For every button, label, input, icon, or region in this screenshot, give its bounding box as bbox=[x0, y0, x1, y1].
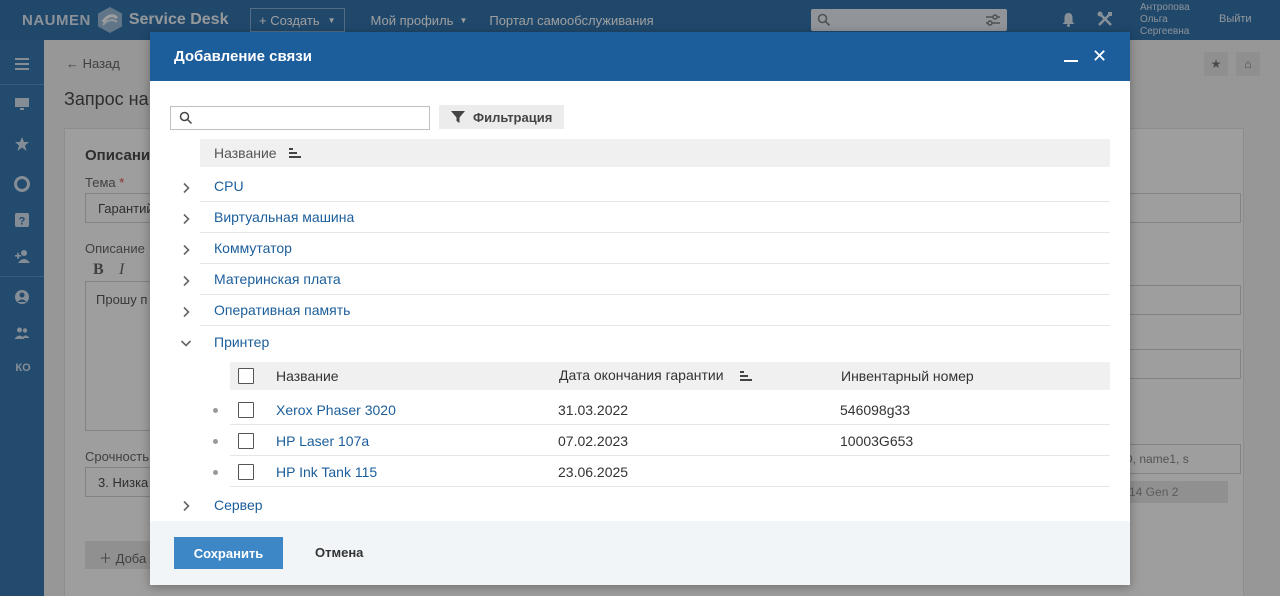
close-icon[interactable]: ✕ bbox=[1092, 46, 1107, 67]
group-row[interactable]: Оперативная память bbox=[200, 295, 1110, 326]
column-name-header: Название bbox=[214, 145, 277, 161]
filter-button[interactable]: Фильтрация bbox=[439, 105, 565, 129]
row-bullet bbox=[213, 470, 218, 475]
add-link-dialog: Добавление связи ✕ Фильтрация Название C… bbox=[150, 32, 1130, 585]
column-inventory-header[interactable]: Инвентарный номер bbox=[841, 368, 974, 384]
table-row[interactable]: HP Ink Tank 115 23.06.2025 bbox=[230, 456, 1110, 487]
column-name-header[interactable]: Название bbox=[276, 368, 339, 384]
group-row[interactable]: CPU bbox=[200, 171, 1110, 202]
search-input[interactable] bbox=[170, 106, 430, 130]
group-label[interactable]: Принтер bbox=[214, 334, 269, 350]
dialog-title: Добавление связи bbox=[174, 48, 312, 65]
filter-icon bbox=[451, 111, 465, 123]
search-icon bbox=[179, 111, 193, 125]
row-name[interactable]: Xerox Phaser 3020 bbox=[276, 402, 396, 418]
table-row[interactable]: Xerox Phaser 3020 31.03.2022 546098g33 bbox=[230, 394, 1110, 425]
chevron-right-icon[interactable] bbox=[180, 500, 192, 512]
group-label[interactable]: Коммутатор bbox=[214, 240, 292, 256]
row-name[interactable]: HP Laser 107a bbox=[276, 433, 369, 449]
chevron-right-icon[interactable] bbox=[180, 306, 192, 318]
dialog-header: Добавление связи bbox=[150, 32, 1130, 81]
table-header[interactable]: Название bbox=[200, 139, 1110, 167]
row-name[interactable]: HP Ink Tank 115 bbox=[276, 464, 377, 480]
row-bullet bbox=[213, 439, 218, 444]
group-row[interactable]: Сервер bbox=[200, 489, 1110, 520]
table-row[interactable]: HP Laser 107a 07.02.2023 10003G653 bbox=[230, 425, 1110, 456]
group-row[interactable]: Принтер bbox=[200, 326, 1110, 357]
chevron-right-icon[interactable] bbox=[180, 182, 192, 194]
select-all-checkbox[interactable] bbox=[238, 368, 254, 384]
group-row[interactable]: Виртуальная машина bbox=[200, 202, 1110, 233]
chevron-right-icon[interactable] bbox=[180, 244, 192, 256]
minimize-icon[interactable] bbox=[1064, 60, 1078, 62]
row-inventory: 10003G653 bbox=[840, 433, 914, 449]
group-row[interactable]: Материнская плата bbox=[200, 264, 1110, 295]
save-button[interactable]: Сохранить bbox=[174, 537, 283, 569]
group-label[interactable]: Виртуальная машина bbox=[214, 209, 354, 225]
row-warranty: 07.02.2023 bbox=[558, 433, 629, 449]
group-row[interactable]: Коммутатор bbox=[200, 233, 1110, 264]
row-warranty: 23.06.2025 bbox=[558, 464, 629, 480]
row-bullet bbox=[213, 408, 218, 413]
row-checkbox[interactable] bbox=[238, 433, 254, 449]
sort-icon[interactable] bbox=[740, 371, 752, 381]
group-label[interactable]: Материнская плата bbox=[214, 271, 341, 287]
sub-table-header: Название Дата окончания гарантии Инвента… bbox=[230, 362, 1110, 390]
cancel-button[interactable]: Отмена bbox=[315, 545, 363, 560]
row-checkbox[interactable] bbox=[238, 464, 254, 480]
chevron-right-icon[interactable] bbox=[180, 213, 192, 225]
chevron-down-icon[interactable] bbox=[180, 337, 192, 349]
filter-label: Фильтрация bbox=[473, 109, 553, 125]
row-inventory: 546098g33 bbox=[840, 402, 911, 418]
sort-icon[interactable] bbox=[288, 148, 301, 158]
dialog-footer: Сохранить Отмена bbox=[150, 521, 1130, 585]
group-label[interactable]: CPU bbox=[214, 178, 244, 194]
chevron-right-icon[interactable] bbox=[180, 275, 192, 287]
column-warranty-header[interactable]: Дата окончания гарантии bbox=[559, 367, 724, 383]
group-label[interactable]: Сервер bbox=[214, 497, 263, 513]
group-label[interactable]: Оперативная память bbox=[214, 302, 350, 318]
row-warranty: 31.03.2022 bbox=[558, 402, 629, 418]
row-checkbox[interactable] bbox=[238, 402, 254, 418]
